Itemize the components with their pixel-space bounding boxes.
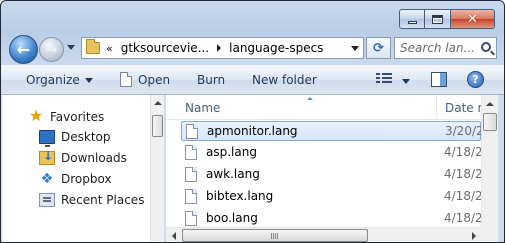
burn-button[interactable]: Burn [197, 73, 225, 87]
file-icon [185, 167, 197, 182]
star-icon: ★ [28, 106, 44, 125]
burn-label: Burn [197, 73, 226, 87]
address-bar[interactable]: « gtksourcevie... language-specs [81, 37, 364, 59]
open-button[interactable]: Open [138, 73, 170, 87]
file-date: 3/20/2 [445, 124, 481, 138]
column-header-date-modified[interactable]: Date m [445, 101, 481, 115]
scroll-left-icon[interactable] [172, 232, 176, 240]
scrollbar-grip-icon [271, 233, 279, 239]
search-icon[interactable] [481, 42, 491, 52]
downloads-icon [39, 149, 55, 165]
folder-icon [86, 39, 100, 54]
scrollbar-corner [481, 227, 498, 242]
file-list-vertical-scrollbar[interactable] [481, 95, 498, 227]
close-button[interactable]: ✕ [451, 9, 495, 29]
nav-item-downloads[interactable]: Downloads [39, 148, 127, 168]
file-name: apmonitor.lang [207, 124, 298, 138]
breadcrumb-separator-icon[interactable] [217, 44, 222, 52]
nav-favorites[interactable]: ★ Favorites [28, 107, 104, 127]
nav-item-desktop[interactable]: Desktop [39, 127, 111, 147]
file-date: 4/18/2 [444, 211, 481, 225]
scroll-up-icon[interactable] [154, 101, 162, 105]
scrollbar-thumb[interactable] [152, 115, 163, 137]
nav-item-label: Dropbox [61, 172, 112, 186]
file-row[interactable]: bibtex.lang 4/18/2 [181, 187, 481, 207]
file-name: boo.lang [206, 211, 258, 225]
sort-ascending-icon [307, 97, 313, 100]
file-name: asp.lang [206, 145, 257, 159]
scrollbar-thumb[interactable] [182, 229, 368, 242]
forward-arrow-icon: → [45, 41, 58, 58]
file-icon [185, 189, 197, 204]
open-file-icon [120, 72, 132, 87]
maximize-icon [432, 14, 443, 24]
nav-favorites-label: Favorites [50, 110, 105, 124]
back-button[interactable]: ← [9, 35, 38, 64]
file-date: 4/18/2 [444, 189, 481, 203]
back-arrow-icon: ← [16, 40, 31, 59]
file-row[interactable]: awk.lang 4/18/2 [181, 165, 481, 185]
file-row-selected[interactable]: apmonitor.lang 3/20/2 [181, 121, 481, 141]
minimize-button[interactable] [399, 9, 425, 29]
file-date: 4/18/2 [444, 167, 481, 181]
navigation-pane-scrollbar[interactable] [150, 95, 164, 242]
view-options-dropdown-icon[interactable] [402, 79, 410, 84]
help-icon: ? [472, 73, 479, 86]
search-input[interactable] [400, 41, 480, 55]
breadcrumb-gtksourceview[interactable]: gtksourcevie... [121, 41, 209, 55]
address-dropdown-icon[interactable] [351, 46, 359, 51]
scroll-up-icon[interactable] [486, 102, 494, 106]
maximize-button[interactable] [425, 9, 451, 29]
refresh-button[interactable]: ⟳ [366, 37, 391, 59]
refresh-icon: ⟳ [373, 40, 384, 56]
file-list: Name Date m apmonitor.lang 3/20/2 asp.la… [166, 95, 481, 227]
recent-places-icon [39, 193, 55, 207]
nav-item-label: Downloads [61, 151, 127, 165]
breadcrumb-language-specs[interactable]: language-specs [229, 41, 323, 55]
file-row[interactable]: asp.lang 4/18/2 [181, 143, 481, 163]
caption-buttons: ✕ [399, 9, 495, 29]
new-folder-label: New folder [252, 73, 317, 87]
breadcrumb-overflow[interactable]: « [106, 42, 113, 55]
file-date: 4/18/2 [444, 145, 481, 159]
column-divider[interactable] [436, 97, 437, 118]
forward-button[interactable]: → [39, 37, 64, 62]
help-button[interactable]: ? [467, 71, 484, 88]
column-headers: Name Date m [166, 95, 481, 120]
recent-pages-dropdown[interactable] [67, 45, 75, 50]
navigation-pane: ★ Favorites Desktop Downloads ❖ Dropbox … [2, 95, 164, 242]
scrollbar-thumb[interactable] [483, 113, 497, 131]
open-label: Open [138, 73, 171, 87]
organize-label: Organize [26, 73, 80, 87]
dropbox-icon: ❖ [40, 171, 54, 187]
new-folder-button[interactable]: New folder [252, 73, 317, 87]
file-row[interactable]: boo.lang 4/18/2 [181, 209, 481, 227]
desktop-icon [39, 130, 55, 147]
file-name: bibtex.lang [206, 189, 274, 203]
chevron-down-icon [84, 78, 93, 83]
nav-item-dropbox[interactable]: ❖ Dropbox [39, 169, 112, 189]
nav-item-label: Recent Places [61, 193, 145, 207]
explorer-window: ✕ ← → « gtksourcevie... language-specs ⟳… [0, 0, 505, 243]
nav-item-label: Desktop [61, 130, 111, 144]
preview-pane-icon[interactable] [431, 72, 447, 87]
organize-button[interactable]: Organize [26, 73, 93, 87]
search-box[interactable] [394, 37, 497, 59]
close-icon: ✕ [467, 11, 478, 27]
file-name: awk.lang [206, 167, 260, 181]
column-header-name[interactable]: Name [185, 101, 220, 115]
change-view-icon[interactable] [376, 73, 392, 86]
scroll-right-icon[interactable] [472, 232, 476, 240]
file-icon [185, 145, 197, 160]
file-list-horizontal-scrollbar[interactable] [166, 227, 481, 242]
file-icon [186, 124, 198, 139]
file-icon [185, 211, 197, 226]
nav-item-recent-places[interactable]: Recent Places [39, 190, 144, 210]
minimize-icon [407, 20, 417, 24]
